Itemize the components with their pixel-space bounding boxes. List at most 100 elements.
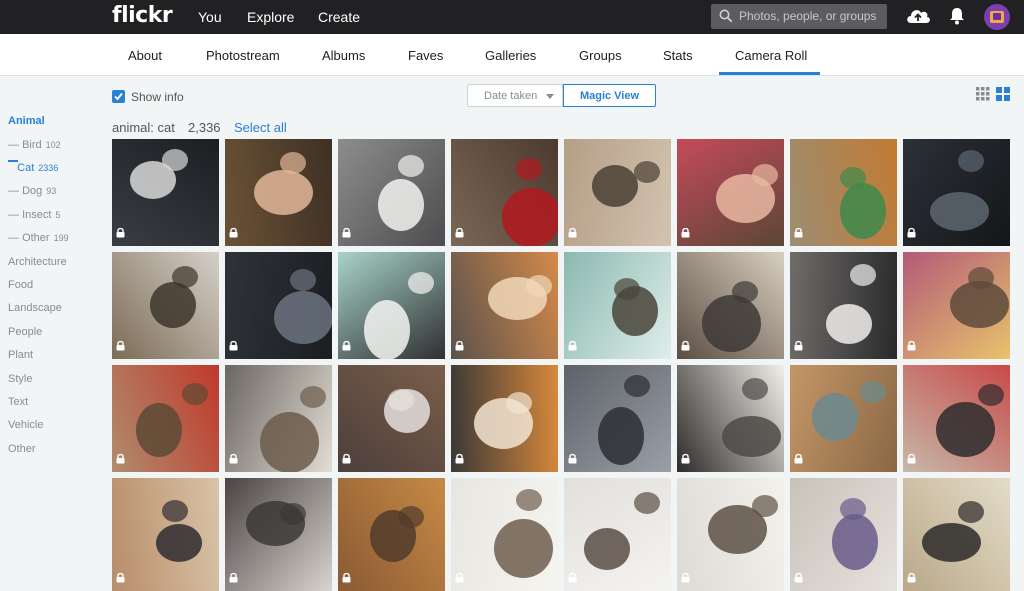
sidebar-heading-animal[interactable]: Animal	[8, 115, 45, 127]
lock-icon	[342, 451, 351, 469]
lock-icon	[116, 338, 125, 356]
photo-thumbnail[interactable]	[112, 139, 219, 246]
photo-thumbnail[interactable]	[677, 478, 784, 591]
lock-icon	[907, 225, 916, 243]
lock-icon	[568, 338, 577, 356]
lock-icon	[229, 570, 238, 588]
lock-icon	[681, 338, 690, 356]
tab-photostream[interactable]: Photostream	[206, 48, 280, 63]
sidebar-item-count: 2336	[38, 163, 59, 173]
sidebar-item-label: Insect	[22, 209, 52, 221]
photo-thumbnail[interactable]	[790, 139, 897, 246]
avatar[interactable]	[984, 4, 1010, 30]
sidebar-item-style[interactable]: Style	[8, 373, 32, 385]
lock-icon	[681, 451, 690, 469]
sidebar-item-insect[interactable]: — Insect 5	[8, 209, 60, 221]
photo-thumbnail[interactable]	[677, 252, 784, 359]
photo-thumbnail[interactable]	[451, 139, 558, 246]
nav-create[interactable]: Create	[318, 9, 360, 25]
sidebar-item-dog[interactable]: — Dog 93	[8, 185, 56, 197]
magic-view-label: Magic View	[579, 90, 640, 102]
photo-thumbnail[interactable]	[112, 478, 219, 591]
sidebar-item-text[interactable]: Text	[8, 396, 28, 408]
sidebar-selection-marker	[8, 160, 18, 162]
photo-thumbnail[interactable]	[677, 139, 784, 246]
select-all-link[interactable]: Select all	[234, 120, 287, 135]
tab-albums[interactable]: Albums	[322, 48, 365, 63]
photo-thumbnail[interactable]	[564, 252, 671, 359]
photo-thumbnail[interactable]	[338, 139, 445, 246]
photo-thumbnail[interactable]	[338, 478, 445, 591]
photo-thumbnail[interactable]	[112, 365, 219, 472]
large-grid-view-icon[interactable]	[996, 87, 1010, 101]
show-info-label[interactable]: Show info	[131, 90, 184, 104]
lock-icon	[229, 451, 238, 469]
sidebar-item-plant[interactable]: Plant	[8, 349, 33, 361]
sidebar-item-bird[interactable]: — Bird 102	[8, 139, 61, 151]
sidebar-item-other[interactable]: Other	[8, 443, 36, 455]
nav-explore[interactable]: Explore	[247, 9, 294, 25]
checkmark-icon	[114, 92, 123, 101]
sidebar-item-label: Other	[22, 232, 50, 244]
photo-thumbnail[interactable]	[564, 478, 671, 591]
sidebar-item-architecture[interactable]: Architecture	[8, 256, 67, 268]
lock-icon	[794, 451, 803, 469]
lock-icon	[907, 451, 916, 469]
photo-thumbnail[interactable]	[564, 365, 671, 472]
sidebar-item-count: 102	[45, 140, 61, 150]
sidebar-item-label: Dog	[22, 185, 43, 197]
sidebar-item-label: Bird	[22, 139, 42, 151]
photo-thumbnail[interactable]	[451, 365, 558, 472]
lock-icon	[568, 225, 577, 243]
photo-thumbnail[interactable]	[225, 139, 332, 246]
sidebar-item-cat[interactable]: Cat 2336	[8, 162, 58, 174]
photo-thumbnail[interactable]	[903, 139, 1010, 246]
tab-galleries[interactable]: Galleries	[485, 48, 536, 63]
small-grid-view-icon[interactable]	[976, 87, 990, 101]
sort-dropdown-label: Date taken	[484, 90, 538, 102]
sidebar-item-other-animal[interactable]: — Other 199	[8, 232, 69, 244]
photo-thumbnail[interactable]	[903, 478, 1010, 591]
photo-thumbnail[interactable]	[564, 139, 671, 246]
photo-thumbnail[interactable]	[225, 478, 332, 591]
tab-groups[interactable]: Groups	[579, 48, 622, 63]
photo-thumbnail[interactable]	[790, 252, 897, 359]
tab-about[interactable]: About	[128, 48, 162, 63]
photo-thumbnail[interactable]	[790, 365, 897, 472]
photo-thumbnail[interactable]	[451, 478, 558, 591]
lock-icon	[116, 225, 125, 243]
upload-icon[interactable]	[905, 6, 931, 26]
lock-icon	[681, 225, 690, 243]
magic-view-button[interactable]: Magic View	[563, 84, 656, 107]
photo-thumbnail[interactable]	[903, 365, 1010, 472]
search-placeholder: Photos, people, or groups	[739, 9, 877, 23]
photo-thumbnail[interactable]	[338, 252, 445, 359]
photo-thumbnail[interactable]	[225, 252, 332, 359]
lock-icon	[794, 570, 803, 588]
sidebar-item-vehicle[interactable]: Vehicle	[8, 419, 43, 431]
photo-thumbnail[interactable]	[112, 252, 219, 359]
photo-thumbnail[interactable]	[225, 365, 332, 472]
tab-camera-roll[interactable]: Camera Roll	[735, 48, 807, 63]
sidebar-item-label: Cat	[17, 162, 35, 174]
photo-thumbnail[interactable]	[903, 252, 1010, 359]
sidebar-item-people[interactable]: People	[8, 326, 42, 338]
search-input[interactable]: Photos, people, or groups	[711, 4, 887, 29]
sidebar-item-landscape[interactable]: Landscape	[8, 302, 62, 314]
show-info-checkbox[interactable]	[112, 90, 125, 103]
notifications-icon[interactable]	[948, 6, 966, 26]
section-title: animal: cat	[112, 120, 175, 135]
tab-faves[interactable]: Faves	[408, 48, 443, 63]
lock-icon	[568, 570, 577, 588]
nav-you[interactable]: You	[198, 9, 222, 25]
sidebar-item-food[interactable]: Food	[8, 279, 33, 291]
sort-dropdown[interactable]: Date taken	[467, 84, 563, 107]
flickr-logo[interactable]: flickr	[112, 3, 173, 28]
lock-icon	[229, 225, 238, 243]
photo-thumbnail[interactable]	[451, 252, 558, 359]
photo-thumbnail[interactable]	[790, 478, 897, 591]
lock-icon	[342, 225, 351, 243]
tab-stats[interactable]: Stats	[663, 48, 693, 63]
photo-thumbnail[interactable]	[677, 365, 784, 472]
photo-thumbnail[interactable]	[338, 365, 445, 472]
